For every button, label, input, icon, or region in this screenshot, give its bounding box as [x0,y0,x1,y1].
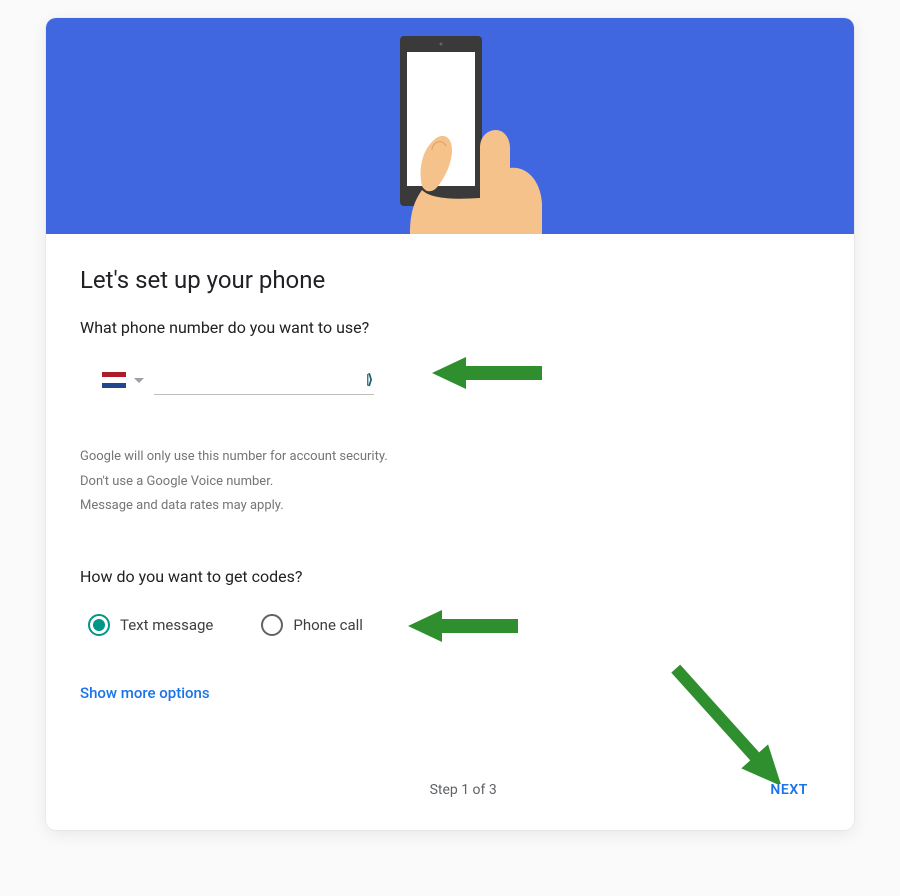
radio-icon [88,614,110,636]
page-title: Let's set up your phone [80,266,820,294]
annotation-arrow-next [640,634,800,784]
note-line: Don't use a Google Voice number. [80,470,820,495]
codes-question: How do you want to get codes? [80,567,820,586]
radio-icon [261,614,283,636]
phone-hand-illustration [330,18,570,234]
phone-number-input[interactable] [154,365,374,395]
flag-icon [102,372,126,388]
notes-block: Google will only use this number for acc… [80,445,820,519]
radio-text-message[interactable]: Text message [88,614,213,636]
country-selector[interactable] [102,372,144,388]
note-line: Message and data rates may apply. [80,494,820,519]
annotation-arrow-phone [432,349,542,397]
annotation-arrow-radio [408,602,518,650]
hero-illustration [46,18,854,234]
note-line: Google will only use this number for acc… [80,445,820,470]
content-area: Let's set up your phone What phone numbe… [46,234,854,830]
input-caret-icon: |⟩ [366,372,371,388]
chevron-down-icon [134,378,144,383]
code-delivery-options: Text message Phone call [88,614,820,636]
step-indicator: Step 1 of 3 [164,782,762,798]
phone-question: What phone number do you want to use? [80,318,820,337]
radio-phone-call[interactable]: Phone call [261,614,363,636]
phone-input-row: |⟩ [102,365,820,395]
radio-label: Text message [120,616,213,634]
radio-label: Phone call [293,616,363,634]
setup-card: Let's set up your phone What phone numbe… [46,18,854,830]
